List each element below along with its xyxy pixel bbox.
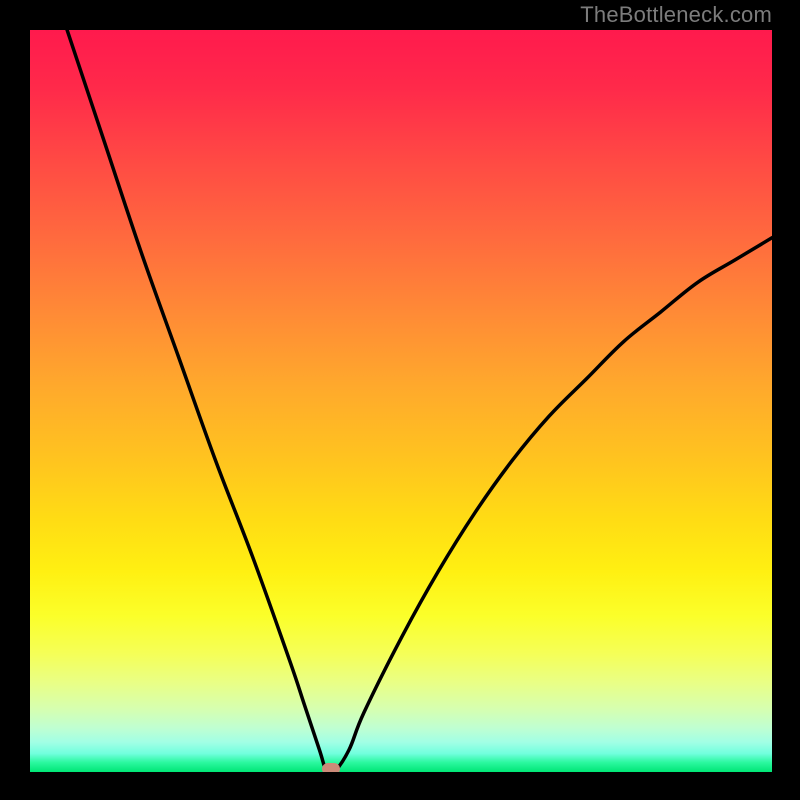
- chart-frame: TheBottleneck.com: [0, 0, 800, 800]
- minimum-marker-icon: [322, 763, 340, 772]
- bottleneck-curve: [30, 30, 772, 772]
- plot-area: [30, 30, 772, 772]
- watermark-text: TheBottleneck.com: [580, 2, 772, 28]
